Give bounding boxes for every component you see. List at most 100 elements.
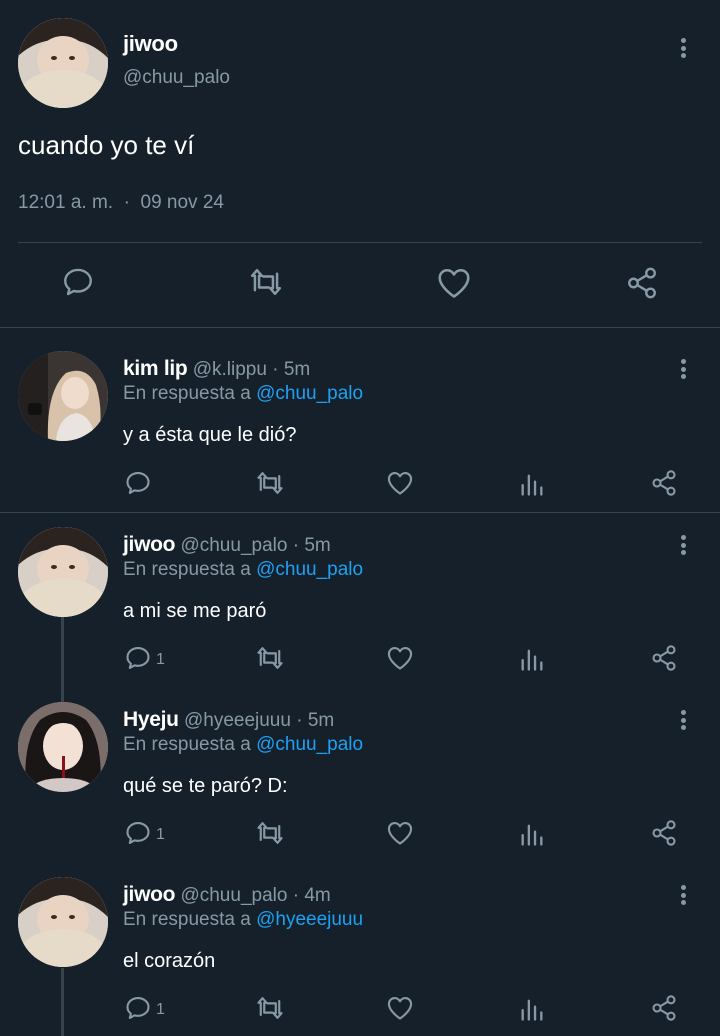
like-button[interactable] [386, 645, 414, 671]
like-button[interactable] [386, 995, 414, 1021]
retweet-button[interactable] [248, 265, 284, 299]
retweet-button[interactable] [255, 644, 285, 672]
in-reply-prefix: En respuesta a [123, 909, 251, 930]
author-name[interactable]: kim lip [123, 357, 188, 380]
avatar-photo [18, 877, 108, 967]
share-icon [652, 820, 676, 846]
avatar-photo [18, 702, 108, 792]
author-name[interactable]: Hyeju [123, 708, 179, 731]
retweet-icon [257, 647, 283, 669]
in-reply-to: En respuesta a @chuu_palo [123, 559, 363, 581]
analytics-button[interactable] [518, 470, 546, 498]
analytics-icon [521, 999, 543, 1021]
more-options-icon[interactable] [673, 708, 693, 732]
divider [18, 242, 702, 243]
like-icon [387, 997, 413, 1020]
author-name[interactable]: jiwoo [123, 533, 175, 556]
author-handle[interactable]: @chuu_palo [180, 885, 287, 906]
like-icon [387, 647, 413, 670]
share-icon [652, 645, 676, 671]
author-handle[interactable]: @k.lippu [193, 359, 267, 380]
reply-header: jiwoo @chuu_palo · 5m [123, 533, 331, 557]
avatar[interactable] [18, 18, 108, 108]
retweet-button[interactable] [255, 469, 285, 497]
retweet-icon [257, 822, 283, 844]
tweet-date: 09 nov 24 [140, 192, 224, 213]
share-icon [628, 267, 656, 299]
reply-icon [126, 822, 150, 844]
share-button[interactable] [650, 644, 678, 672]
reply-header: kim lip @k.lippu · 5m [123, 357, 310, 381]
analytics-button[interactable] [518, 645, 546, 673]
author-handle[interactable]: @hyeeejuuu [184, 710, 291, 731]
share-button[interactable] [650, 994, 678, 1022]
in-reply-to: En respuesta a @chuu_palo [123, 383, 363, 405]
reply-time: 5m [283, 359, 311, 380]
mention-link[interactable]: @hyeeejuuu [256, 909, 363, 930]
reply-header: jiwoo @chuu_palo · 4m [123, 883, 331, 907]
author-handle[interactable]: @chuu_palo [180, 535, 287, 556]
analytics-button[interactable] [518, 820, 546, 848]
avatar[interactable] [18, 527, 108, 617]
retweet-icon [257, 472, 283, 494]
more-options-icon[interactable] [673, 883, 693, 907]
reply-tweet[interactable]: Hyeju @hyeeejuuu · 5m En respuesta a @ch… [0, 678, 720, 853]
reply-icon [64, 268, 92, 296]
avatar[interactable] [18, 351, 108, 441]
avatar-photo [18, 18, 108, 108]
avatar-photo [18, 351, 108, 441]
retweet-button[interactable] [255, 819, 285, 847]
like-button[interactable] [436, 266, 472, 300]
retweet-button[interactable] [255, 994, 285, 1022]
in-reply-prefix: En respuesta a [123, 734, 251, 755]
reply-button[interactable] [61, 265, 95, 299]
analytics-icon [521, 824, 543, 846]
share-icon [652, 995, 676, 1021]
main-tweet: jiwoo @chuu_palo cuando yo te ví 12:01 a… [0, 0, 720, 327]
reply-tweet[interactable]: kim lip @k.lippu · 5m En respuesta a @ch… [0, 327, 720, 512]
avatar-photo [18, 527, 108, 617]
retweet-icon [250, 268, 282, 296]
reply-icon [126, 647, 150, 669]
reply-header: Hyeju @hyeeejuuu · 5m [123, 708, 334, 732]
mention-link[interactable]: @chuu_palo [256, 383, 363, 404]
in-reply-to: En respuesta a @chuu_palo [123, 734, 363, 756]
author-name[interactable]: jiwoo [123, 31, 178, 57]
avatar[interactable] [18, 702, 108, 792]
share-button[interactable] [650, 469, 678, 497]
reply-icon [126, 997, 150, 1019]
dot-separator: · [292, 535, 300, 556]
analytics-button[interactable] [518, 995, 546, 1023]
author-name[interactable]: jiwoo [123, 883, 175, 906]
tweet-timestamp: 12:01 a. m. · 09 nov 24 [18, 192, 224, 214]
tweet-text: cuando yo te ví [18, 130, 195, 160]
share-button[interactable] [624, 266, 660, 300]
reply-tweet[interactable]: jiwoo @chuu_palo · 4m En respuesta a @hy… [0, 853, 720, 1036]
reply-text: qué se te paró? D: [123, 775, 288, 797]
share-button[interactable] [650, 819, 678, 847]
reply-tweet[interactable]: jiwoo @chuu_palo · 5m En respuesta a @ch… [0, 503, 720, 678]
meta-separator: · [123, 192, 130, 213]
avatar[interactable] [18, 877, 108, 967]
reply-button[interactable]: 1 [124, 994, 165, 1022]
share-icon [652, 470, 676, 496]
tweet-time: 12:01 a. m. [18, 192, 114, 213]
like-icon [387, 472, 413, 495]
like-button[interactable] [386, 470, 414, 496]
more-options-icon[interactable] [673, 36, 693, 60]
more-options-icon[interactable] [673, 533, 693, 557]
like-icon [438, 268, 470, 298]
like-icon [387, 822, 413, 845]
like-button[interactable] [386, 820, 414, 846]
analytics-icon [521, 649, 543, 671]
in-reply-to: En respuesta a @hyeeejuuu [123, 909, 363, 931]
author-handle[interactable]: @chuu_palo [123, 67, 230, 89]
more-options-icon[interactable] [673, 357, 693, 381]
reply-button[interactable]: 1 [124, 819, 165, 847]
reply-button[interactable] [124, 469, 156, 497]
mention-link[interactable]: @chuu_palo [256, 734, 363, 755]
mention-link[interactable]: @chuu_palo [256, 559, 363, 580]
reply-button[interactable]: 1 [124, 644, 165, 672]
reply-time: 4m [304, 885, 331, 906]
in-reply-prefix: En respuesta a [123, 559, 251, 580]
